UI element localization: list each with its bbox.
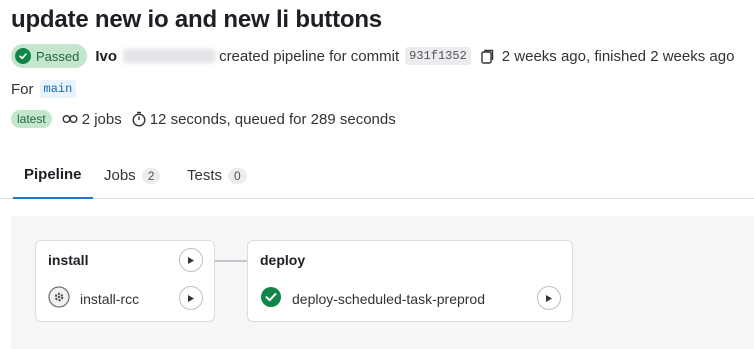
ref-row: For main — [11, 80, 77, 98]
tab-jobs-count: 2 — [141, 167, 161, 184]
page-title: update new io and new li buttons — [11, 6, 382, 33]
timer-icon — [132, 111, 146, 127]
copy-icon[interactable] — [481, 49, 494, 64]
redacted-user-handle — [123, 49, 216, 63]
tab-jobs-label: Jobs — [104, 167, 136, 184]
tab-tests[interactable]: Tests 0 — [187, 152, 247, 199]
job-name: install-rcc — [80, 290, 140, 307]
branch-ref[interactable]: main — [39, 80, 77, 98]
tab-pipeline[interactable]: Pipeline — [13, 152, 93, 199]
play-icon — [546, 294, 552, 302]
pipeline-tabs: Pipeline Jobs 2 Tests 0 — [0, 152, 754, 199]
pipeline-meta: Passed Ivo created pipeline for commit 9… — [11, 44, 734, 68]
status-badge[interactable]: Passed — [11, 44, 88, 68]
job-deploy-scheduled-task-preprod[interactable]: deploy-scheduled-task-preprod — [260, 286, 485, 311]
play-icon — [188, 294, 194, 302]
stage-connector — [214, 260, 248, 262]
tab-pipeline-label: Pipeline — [24, 166, 82, 183]
commit-sha[interactable]: 931f1352 — [405, 47, 471, 65]
tab-tests-count: 0 — [228, 167, 247, 184]
job-play-button[interactable] — [179, 286, 203, 310]
stage-title: deploy — [260, 252, 306, 268]
job-play-button[interactable] — [537, 286, 561, 310]
duration-text: 12 seconds, queued for 289 seconds — [149, 110, 396, 128]
check-circle-icon — [15, 48, 31, 64]
pipeline-stats: latest 2 jobs 12 seconds, queued for 289… — [11, 109, 396, 129]
pipeline-graph: install install-rcc deploy deploy-schedu… — [11, 216, 754, 349]
play-icon — [188, 256, 194, 264]
tab-jobs[interactable]: Jobs 2 — [104, 152, 161, 199]
created-text: created pipeline for commit — [219, 47, 400, 65]
user-name[interactable]: Ivo — [95, 48, 117, 65]
status-label: Passed — [36, 48, 80, 64]
stage-play-button[interactable] — [179, 248, 203, 272]
latest-badge: latest — [11, 110, 52, 128]
stage-install: install install-rcc — [35, 240, 215, 322]
stage-deploy: deploy deploy-scheduled-task-preprod — [247, 240, 573, 322]
ref-prefix: For — [11, 80, 34, 98]
jobs-count: 2 jobs — [81, 110, 122, 128]
time-text: 2 weeks ago, finished 2 weeks ago — [501, 47, 735, 65]
job-install-rcc[interactable]: install-rcc — [48, 286, 139, 311]
job-name: deploy-scheduled-task-preprod — [292, 290, 485, 307]
tab-tests-label: Tests — [187, 167, 223, 184]
stage-title: install — [48, 252, 89, 268]
check-circle-icon — [260, 286, 282, 311]
jobs-icon — [62, 113, 78, 125]
gear-status-icon — [48, 286, 70, 311]
